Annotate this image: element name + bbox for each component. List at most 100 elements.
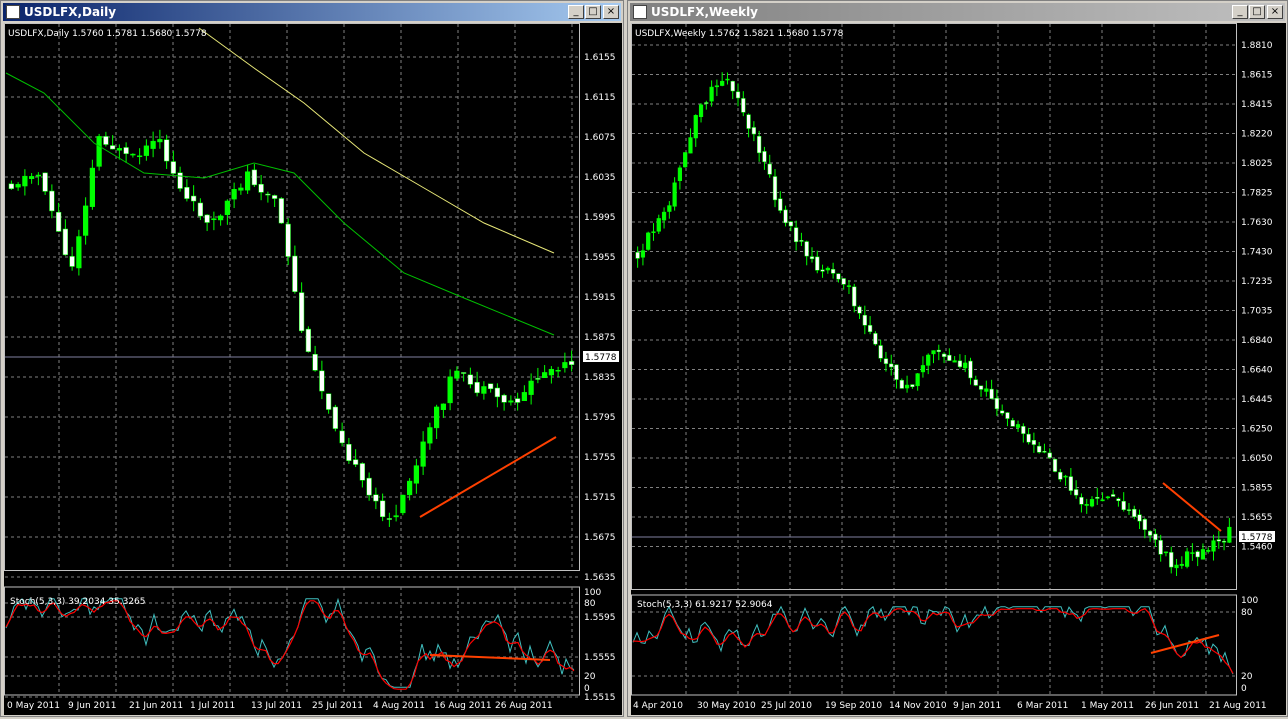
- daily-titlebar[interactable]: USDLFX,Daily _ □ ×: [3, 3, 621, 21]
- date-axis-label: 25 Jul 2011: [312, 701, 363, 711]
- candle: [191, 185, 197, 212]
- price-axis-label: 1.5915: [584, 293, 616, 303]
- date-axis-label: 1 Jul 2011: [190, 701, 235, 711]
- candle: [878, 339, 883, 363]
- candle: [35, 172, 41, 186]
- price-axis-label: 1.5675: [584, 533, 616, 543]
- daily-chart-area[interactable]: USDLFX,Daily 1.5760 1.5781 1.5680 1.5778…: [4, 23, 622, 715]
- candle: [285, 218, 291, 266]
- price-axis-label: 1.8810: [1241, 41, 1273, 51]
- candle: [1068, 468, 1073, 495]
- weekly-chart-window[interactable]: USDLFX,Weekly _ □ × USDLFX,Weekly 1.5762…: [627, 0, 1288, 717]
- price-axis-label: 1.6250: [1241, 425, 1273, 435]
- minimize-button[interactable]: _: [1232, 5, 1248, 19]
- maximize-button[interactable]: □: [585, 5, 601, 19]
- candle: [1037, 441, 1042, 454]
- candle: [272, 194, 278, 208]
- candle: [672, 177, 677, 211]
- candle: [1190, 543, 1195, 561]
- candle: [501, 393, 507, 411]
- candle: [1074, 480, 1079, 499]
- candle: [1179, 556, 1184, 569]
- close-button[interactable]: ×: [603, 5, 619, 19]
- weekly-titlebar[interactable]: USDLFX,Weekly _ □ ×: [630, 3, 1285, 21]
- candle: [741, 91, 746, 117]
- weekly-chart-svg[interactable]: USDLFX,Weekly 1.5762 1.5821 1.5680 1.577…: [631, 23, 1286, 715]
- candle: [569, 350, 575, 372]
- weekly-current-price: 1.5778: [1241, 533, 1273, 543]
- candle: [150, 131, 156, 158]
- candle: [947, 348, 952, 362]
- price-axis-label: 1.7430: [1241, 248, 1273, 258]
- chart-window-icon: [633, 5, 647, 19]
- candle: [852, 283, 857, 313]
- daily-symbol-info: USDLFX,Daily 1.5760 1.5781 1.5680 1.5778: [8, 29, 207, 39]
- candle: [762, 146, 767, 170]
- candle: [386, 512, 392, 527]
- price-axis-label: 1.6840: [1241, 336, 1273, 346]
- date-axis-label: 13 Jul 2011: [251, 701, 302, 711]
- price-axis-label: 1.5555: [584, 653, 616, 663]
- candle: [258, 174, 264, 201]
- candle: [1084, 498, 1089, 514]
- candle: [1026, 427, 1031, 445]
- candle: [1200, 543, 1206, 560]
- candle: [305, 326, 311, 353]
- price-axis-label: 1.5755: [584, 453, 616, 463]
- price-axis-label: 1.6075: [584, 133, 616, 143]
- candle: [204, 214, 210, 232]
- date-axis-label: 9 Jun 2011: [68, 701, 116, 711]
- candle: [123, 142, 129, 164]
- candle: [825, 266, 830, 274]
- price-axis-label: 1.5595: [584, 613, 616, 623]
- candle: [346, 437, 352, 464]
- candle: [420, 431, 426, 475]
- candle: [994, 389, 999, 416]
- candle: [1184, 547, 1190, 569]
- maximize-button[interactable]: □: [1249, 5, 1265, 19]
- candle: [83, 197, 89, 245]
- stoch-axis-label: 0: [584, 684, 590, 694]
- candle: [427, 422, 433, 450]
- daily-chart-svg[interactable]: USDLFX,Daily 1.5760 1.5781 1.5680 1.5778…: [4, 23, 622, 715]
- candle: [1063, 474, 1068, 486]
- stoch-signal-line: [632, 607, 1234, 674]
- date-axis-label: 19 Sep 2010: [825, 701, 882, 711]
- candle: [96, 133, 102, 171]
- candle: [494, 383, 500, 408]
- candle: [831, 262, 836, 279]
- candle: [931, 350, 936, 364]
- candle: [76, 229, 82, 276]
- daily-price-box: 1.5778: [583, 351, 619, 363]
- price-axis-label: 1.8220: [1241, 130, 1273, 140]
- candle: [1227, 517, 1232, 544]
- date-axis-label: 21 Aug 2011: [1209, 701, 1267, 711]
- candle: [440, 403, 446, 418]
- daily-chart-window[interactable]: USDLFX,Daily _ □ × USDLFX,Daily 1.5760 1…: [0, 0, 624, 717]
- weekly-chart-area[interactable]: USDLFX,Weekly 1.5762 1.5821 1.5680 1.577…: [631, 23, 1286, 715]
- candle: [973, 375, 978, 387]
- candle: [862, 305, 867, 335]
- candle: [1015, 420, 1021, 432]
- stoch-axis-label: 0: [1241, 684, 1247, 694]
- candle: [783, 205, 788, 227]
- price-axis-label: 1.6035: [584, 173, 616, 183]
- price-axis-label: 1.7235: [1241, 277, 1273, 287]
- stoch-trendline: [1150, 634, 1220, 654]
- minimize-button[interactable]: _: [568, 5, 584, 19]
- candle: [528, 373, 534, 405]
- candle: [373, 487, 379, 510]
- candle: [508, 395, 514, 406]
- candle: [794, 220, 799, 251]
- date-axis-label: 16 Aug 2011: [434, 701, 492, 711]
- candle: [488, 383, 494, 393]
- candle: [936, 344, 941, 361]
- candle: [989, 379, 994, 400]
- chart-window-icon: [6, 5, 20, 19]
- stoch-axis-label: 100: [584, 588, 601, 598]
- candle: [1174, 558, 1179, 576]
- candle: [920, 356, 926, 378]
- close-button[interactable]: ×: [1267, 5, 1283, 19]
- candle: [868, 316, 873, 335]
- candle: [69, 246, 75, 271]
